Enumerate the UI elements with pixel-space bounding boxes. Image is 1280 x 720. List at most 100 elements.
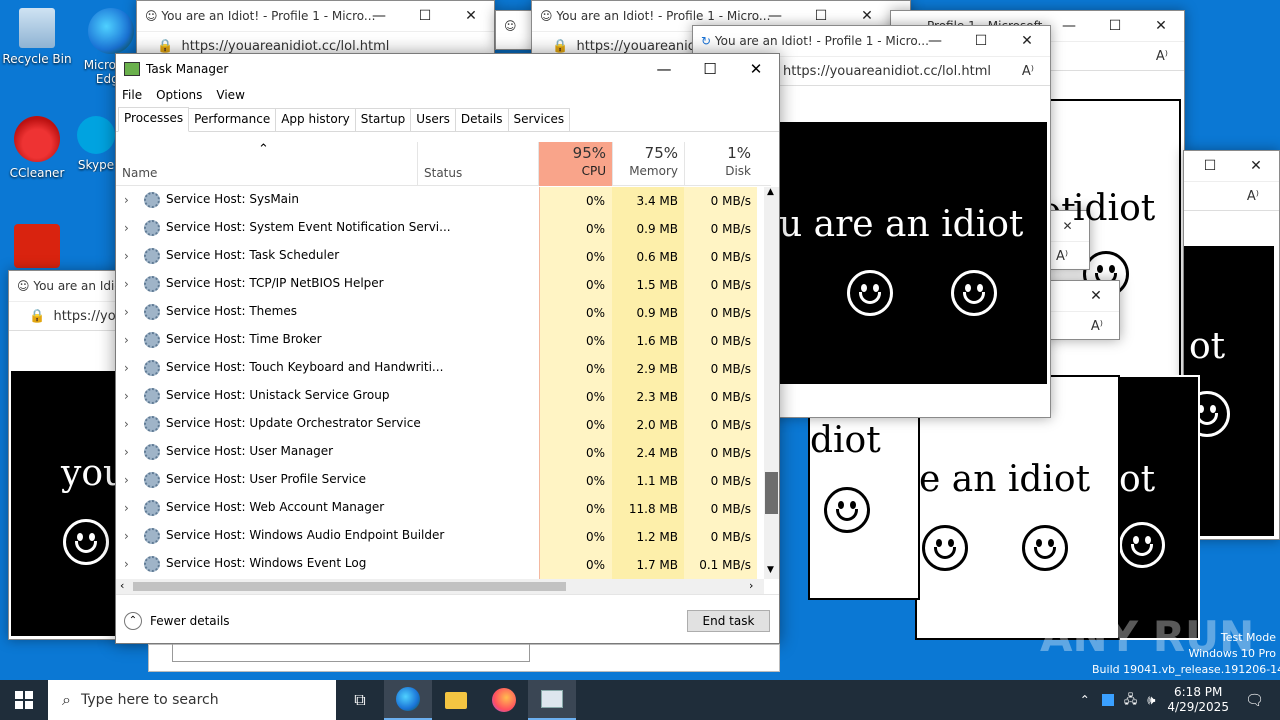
browser-window[interactable]: ☺ [495, 10, 535, 50]
menu-options[interactable]: Options [156, 88, 202, 102]
task-view-button[interactable]: ⧉ [336, 680, 384, 720]
chevron-right-icon[interactable]: › [124, 221, 129, 235]
scrollbar-thumb[interactable] [765, 472, 778, 514]
desktop-icon-recycle-bin[interactable]: Recycle Bin [0, 8, 74, 66]
start-button[interactable] [0, 680, 48, 720]
chevron-right-icon[interactable]: › [124, 389, 129, 403]
maximize-button[interactable]: ☐ [402, 1, 448, 31]
smiley-icon [63, 519, 109, 565]
minimize-button[interactable]: — [912, 26, 958, 56]
column-header-name[interactable]: Name [116, 142, 418, 186]
maximize-button[interactable]: ☐ [687, 54, 733, 84]
task-manager-window[interactable]: Task Manager — ☐ ✕ File Options View Proce… [115, 53, 780, 644]
end-task-button[interactable]: End task [687, 610, 770, 632]
address-bar[interactable]: https://youareanidiot.cc/lol.html [783, 64, 991, 79]
close-button[interactable]: ✕ [448, 1, 494, 31]
table-row[interactable]: › Service Host: Web Account Manager 0% 11.8… [116, 494, 764, 522]
disk-value: 0 MB/s [710, 474, 751, 488]
tab-processes[interactable]: Processes [118, 107, 190, 132]
chevron-right-icon[interactable]: › [124, 333, 129, 347]
address-bar[interactable]: https://youareanid [576, 39, 696, 54]
taskbar-explorer[interactable] [432, 680, 480, 720]
chevron-right-icon[interactable]: › [124, 305, 129, 319]
fewer-details-button[interactable]: ⌃ Fewer details [124, 612, 230, 630]
read-aloud-icon[interactable]: A⁾ [1022, 64, 1034, 79]
column-header-cpu[interactable]: 95% CPU [539, 142, 612, 186]
tab-startup[interactable]: Startup [354, 108, 412, 131]
chevron-right-icon[interactable]: › [124, 417, 129, 431]
address-bar[interactable]: https://you [53, 309, 123, 324]
close-button[interactable]: ✕ [733, 54, 779, 84]
table-row[interactable]: › Service Host: User Manager 0% 2.4 MB 0 MB/… [116, 438, 764, 466]
scroll-down-icon[interactable]: ▼ [767, 565, 774, 575]
read-aloud-icon[interactable]: A⁾ [1091, 319, 1103, 334]
table-row[interactable]: › Service Host: Windows Audio Endpoint Bu… [116, 522, 764, 550]
search-box[interactable]: ⌕ Type here to search [48, 680, 336, 720]
chevron-right-icon[interactable]: › [124, 473, 129, 487]
table-row[interactable]: › Service Host: Task Scheduler 0% 0.6 MB 0 M… [116, 242, 764, 270]
minimize-button[interactable]: — [1046, 11, 1092, 41]
browser-window[interactable]: ☺ You are an Idiot! - Profile 1 - Micro.… [136, 0, 495, 56]
scroll-right-icon[interactable]: › [749, 579, 753, 592]
scroll-up-icon[interactable]: ▲ [767, 187, 774, 197]
table-row[interactable]: › Service Host: User Profile Service 0% 1.1… [116, 466, 764, 494]
maximize-button[interactable]: ☐ [1187, 151, 1233, 181]
column-header-memory[interactable]: 75% Memory [612, 142, 684, 186]
tab-details[interactable]: Details [454, 108, 509, 131]
vertical-scrollbar[interactable]: ▲ ▼ [764, 187, 779, 579]
chevron-right-icon[interactable]: › [124, 557, 129, 571]
maximize-button[interactable]: ☐ [958, 26, 1004, 56]
menu-file[interactable]: File [122, 88, 142, 102]
notification-icon[interactable]: 🗨 [1245, 691, 1264, 709]
footer: ⌃ Fewer details End task [116, 594, 779, 644]
network-icon[interactable]: 🖧 [1124, 690, 1137, 711]
desktop-icon-skype[interactable]: Skype [76, 116, 116, 172]
chevron-right-icon[interactable]: › [124, 277, 129, 291]
column-header-disk[interactable]: 1% Disk [684, 142, 757, 186]
desktop-icon-ccleaner[interactable]: CCleaner [0, 116, 74, 180]
defender-icon[interactable] [1101, 694, 1114, 706]
read-aloud-icon[interactable]: A⁾ [1156, 49, 1168, 64]
chevron-right-icon[interactable]: › [124, 501, 129, 515]
table-row[interactable]: › Service Host: Touch Keyboard and Handwr… [116, 354, 764, 382]
chevron-right-icon[interactable]: › [124, 529, 129, 543]
table-row[interactable]: › Service Host: Themes 0% 0.9 MB 0 MB/s [116, 298, 764, 326]
tab-app-history[interactable]: App history [275, 108, 356, 131]
clock[interactable]: 6:18 PM 4/29/2025 [1167, 685, 1229, 715]
minimize-button[interactable]: — [356, 1, 402, 31]
tab-services[interactable]: Services [507, 108, 571, 131]
table-row[interactable]: › Service Host: Windows Event Log 0% 1.7 MB… [116, 550, 764, 578]
taskbar-firefox[interactable] [480, 680, 528, 720]
acrobat-icon[interactable] [14, 224, 60, 268]
horizontal-scrollbar[interactable]: ‹ › [116, 579, 764, 594]
disk-percent: 1% [727, 144, 751, 162]
process-name: Service Host: Windows Audio Endpoint Bui… [166, 528, 445, 542]
maximize-button[interactable]: ☐ [1092, 11, 1138, 41]
chevron-right-icon[interactable]: › [124, 193, 129, 207]
table-row[interactable]: › Service Host: Unistack Service Group 0% 2… [116, 382, 764, 410]
close-button[interactable]: ✕ [1004, 26, 1050, 56]
close-button[interactable]: ✕ [1233, 151, 1279, 181]
scroll-left-icon[interactable]: ‹ [120, 579, 124, 592]
chevron-up-icon[interactable]: ⌃ [1080, 693, 1090, 707]
table-row[interactable]: › Service Host: Time Broker 0% 1.6 MB 0 MB/s [116, 326, 764, 354]
chevron-right-icon[interactable]: › [124, 445, 129, 459]
menu-view[interactable]: View [216, 88, 244, 102]
table-row[interactable]: › Service Host: SysMain 0% 3.4 MB 0 MB/s [116, 186, 764, 214]
minimize-button[interactable]: — [641, 54, 687, 84]
column-header-status[interactable]: Status [418, 142, 539, 186]
address-bar[interactable]: https://youareanidiot.cc/lol.html [181, 39, 389, 54]
table-row[interactable]: › Service Host: Update Orchestrator Servi… [116, 410, 764, 438]
tab-users[interactable]: Users [410, 108, 456, 131]
taskbar-task-manager[interactable] [528, 680, 576, 720]
chevron-right-icon[interactable]: › [124, 361, 129, 375]
read-aloud-icon[interactable]: A⁾ [1247, 189, 1259, 204]
tab-performance[interactable]: Performance [188, 108, 277, 131]
close-button[interactable]: ✕ [1138, 11, 1184, 41]
volume-icon[interactable]: 🕪 [1147, 693, 1155, 708]
table-row[interactable]: › Service Host: TCP/IP NetBIOS Helper 0% 1.… [116, 270, 764, 298]
table-row[interactable]: › Service Host: System Event Notification… [116, 214, 764, 242]
taskbar-edge[interactable] [384, 680, 432, 720]
scrollbar-thumb[interactable] [133, 582, 566, 591]
chevron-right-icon[interactable]: › [124, 249, 129, 263]
